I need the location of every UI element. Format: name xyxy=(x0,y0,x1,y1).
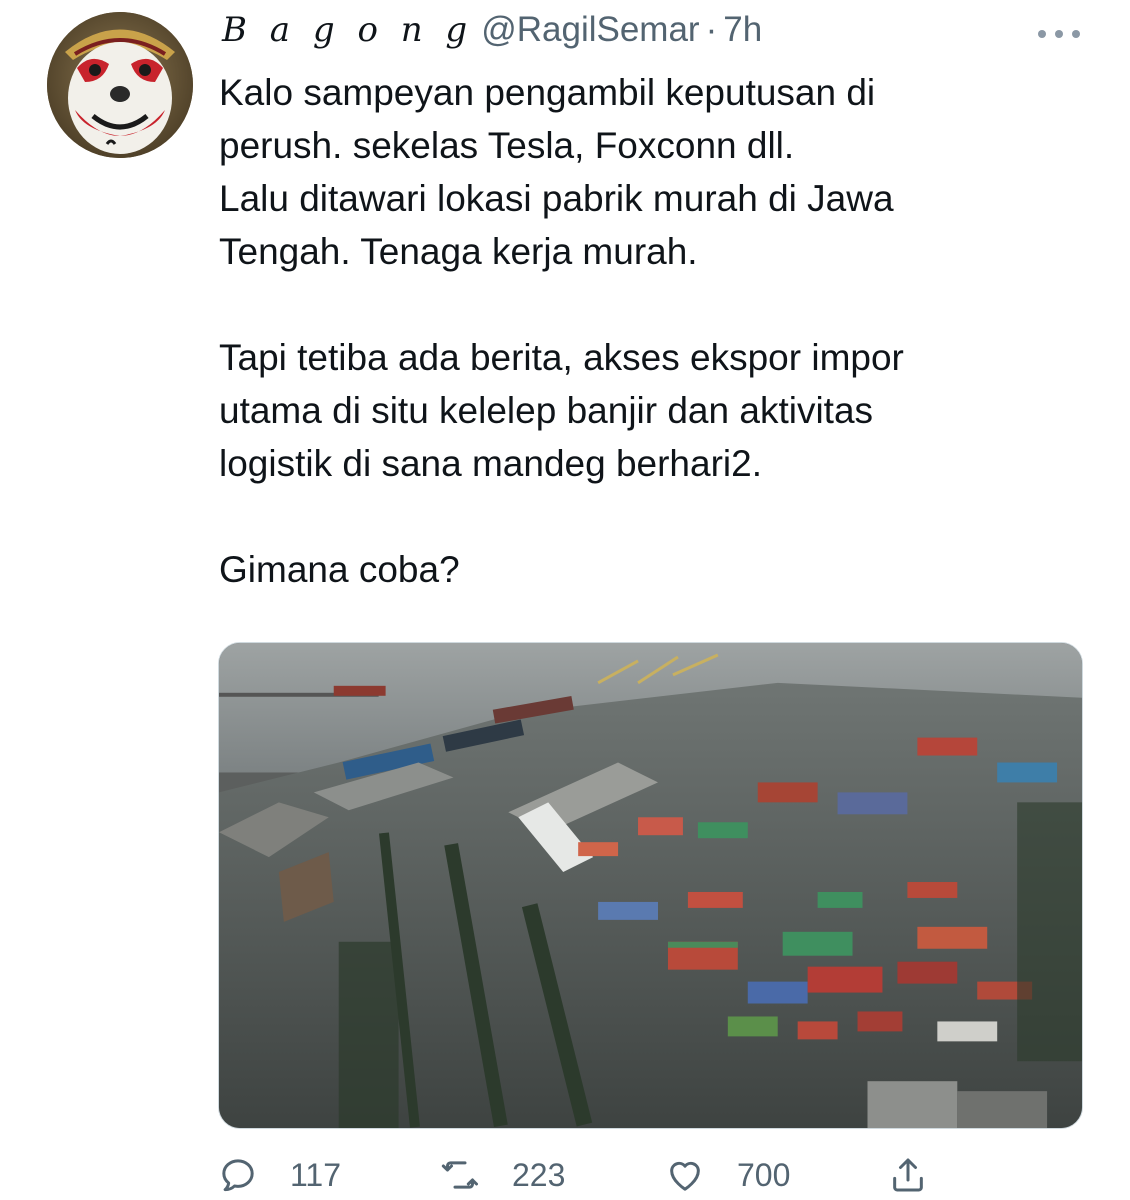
more-dot xyxy=(1072,30,1080,38)
flooded-port-photo xyxy=(219,643,1082,1128)
reply-button[interactable]: 117 xyxy=(218,1150,341,1200)
tweet-header: B a g o n g @RagilSemar · 7h xyxy=(222,10,762,58)
retweet-count: 223 xyxy=(512,1156,566,1193)
display-name[interactable]: B a g o n g xyxy=(222,10,473,50)
more-dot xyxy=(1055,30,1063,38)
retweet-icon xyxy=(441,1161,478,1189)
text-line: logistik di sana mandeg berhari2. xyxy=(219,443,762,484)
more-options-icon[interactable] xyxy=(1038,26,1080,42)
tweet-text: Kalo sampeyan pengambil keputusan di per… xyxy=(219,66,1099,596)
tweet[interactable]: B a g o n g @RagilSemar · 7h Kalo sampey… xyxy=(0,0,1130,1200)
like-button[interactable]: 700 xyxy=(665,1150,790,1200)
text-line: Kalo sampeyan pengambil keputusan di xyxy=(219,72,876,113)
text-line: utama di situ kelelep banjir dan aktivit… xyxy=(219,390,874,431)
text-line: Gimana coba? xyxy=(219,549,460,590)
text-line: Tapi tetiba ada berita, akses ekspor imp… xyxy=(219,337,904,378)
text-line: Lalu ditawari lokasi pabrik murah di Jaw… xyxy=(219,178,894,219)
text-line: perush. sekelas Tesla, Foxconn dll. xyxy=(219,125,795,166)
reply-count: 117 xyxy=(290,1156,342,1193)
tweet-actions: 117 223 700 xyxy=(218,1150,1098,1200)
more-dot xyxy=(1038,30,1046,38)
reply-icon xyxy=(222,1159,254,1192)
share-icon xyxy=(893,1158,923,1192)
like-count: 700 xyxy=(737,1156,791,1193)
share-button[interactable] xyxy=(888,1150,928,1200)
timestamp[interactable]: 7h xyxy=(723,10,762,50)
tweet-photo[interactable] xyxy=(218,642,1083,1129)
retweet-button[interactable]: 223 xyxy=(440,1150,565,1200)
separator-dot: · xyxy=(705,10,718,49)
user-handle[interactable]: @RagilSemar xyxy=(481,10,699,50)
avatar[interactable] xyxy=(47,12,193,158)
text-line: Tengah. Tenaga kerja murah. xyxy=(219,231,698,272)
heart-icon xyxy=(670,1161,700,1191)
avatar-image xyxy=(47,12,193,158)
